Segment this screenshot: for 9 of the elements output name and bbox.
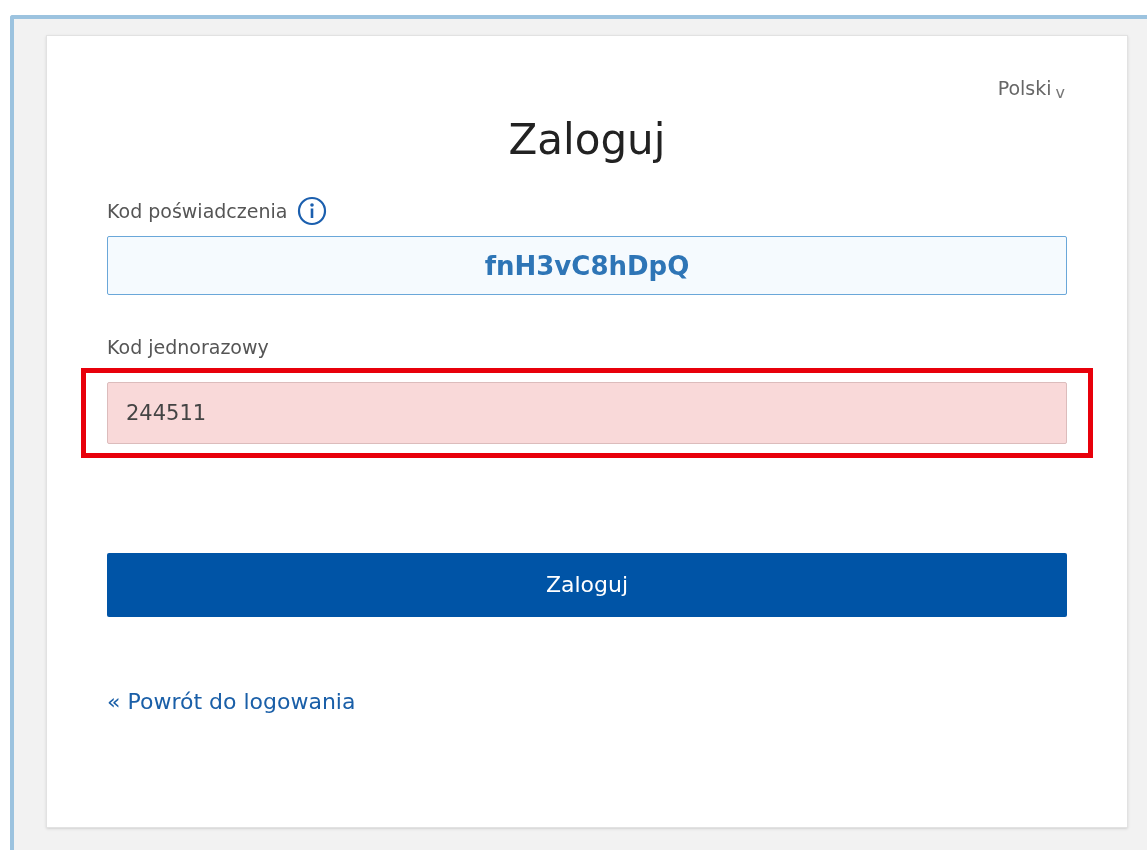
page-title: Zaloguj bbox=[507, 114, 667, 166]
language-selector[interactable]: Polski v bbox=[997, 79, 1065, 98]
input-field[interactable]: 244511 bbox=[107, 381, 1067, 444]
login-button[interactable]: Zaloguj bbox=[107, 552, 1067, 617]
back-link[interactable]: « Powrót do logowania bbox=[107, 684, 356, 718]
input-field[interactable]: fnH3vC8hDpQ bbox=[107, 236, 1067, 295]
info-icon[interactable] bbox=[297, 196, 328, 226]
field-label: Kod jednorazowy bbox=[107, 335, 269, 360]
field-label: Kod poświadczenia bbox=[107, 198, 288, 224]
